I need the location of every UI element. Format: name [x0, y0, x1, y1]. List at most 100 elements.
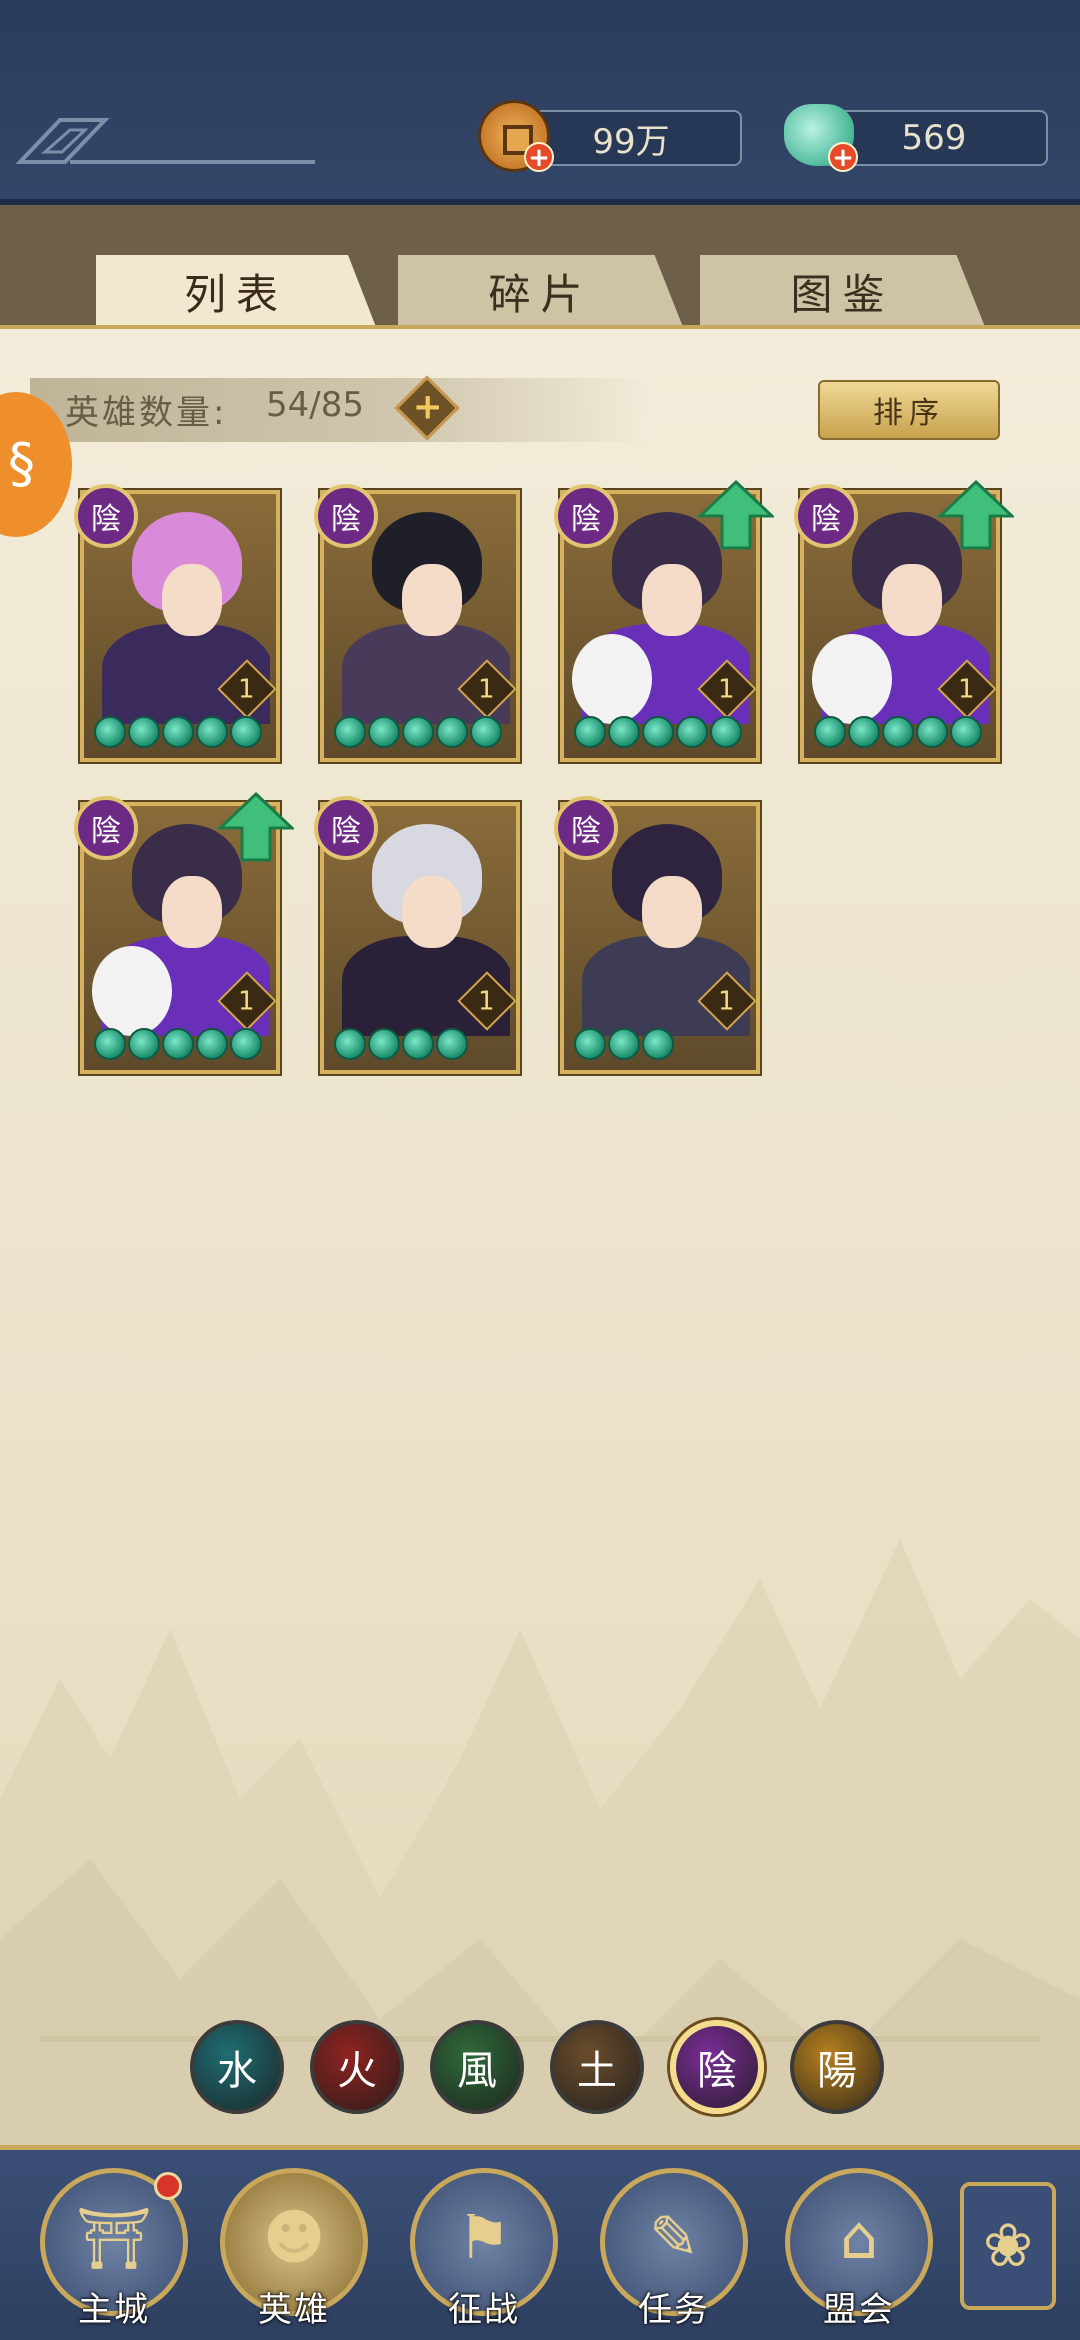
element-filter-button[interactable]: 陽: [790, 2020, 884, 2114]
hero-card[interactable]: 陰1: [74, 484, 280, 762]
jade-star-icon: [402, 1028, 434, 1060]
notification-dot: [154, 2172, 182, 2200]
level-value: 1: [478, 986, 495, 1017]
element-glyph: 風: [457, 2048, 497, 2094]
jade-star-icon: [608, 716, 640, 748]
hero-card[interactable]: 陰1: [794, 480, 1014, 762]
jade-star-icon: [196, 716, 228, 748]
jade-star-icon: [94, 716, 126, 748]
upgrade-arrow-icon: [218, 792, 294, 862]
jade-star-icon: [436, 716, 468, 748]
jade-star-icon: [162, 1028, 194, 1060]
hero-card[interactable]: 陰1: [314, 796, 520, 1074]
jade-star-icon: [334, 1028, 366, 1060]
jade-star-icon: [574, 716, 606, 748]
element-filter-button[interactable]: 風: [430, 2020, 524, 2114]
city-gate-icon: ⛩: [75, 2204, 153, 2274]
add-coins-button[interactable]: +: [524, 142, 554, 172]
nav-label: 主城: [78, 2290, 150, 2330]
tab-shards[interactable]: 碎片: [398, 255, 683, 327]
element-glyph: 水: [217, 2048, 257, 2094]
star-rating: [574, 1028, 674, 1064]
jade-star-icon: [710, 716, 742, 748]
jade-star-icon: [882, 716, 914, 748]
star-rating: [94, 716, 262, 752]
level-value: 1: [958, 674, 975, 705]
jade-star-icon: [814, 716, 846, 748]
element-filter-button[interactable]: 陰: [670, 2020, 764, 2114]
jade-star-icon: [334, 716, 366, 748]
add-jade-button[interactable]: +: [828, 142, 858, 172]
jade-star-icon: [642, 1028, 674, 1060]
element-badge: 陰: [794, 484, 858, 548]
jade-star-icon: [128, 1028, 160, 1060]
campaign-icon: ⚑: [457, 2203, 511, 2273]
guild-hall-icon: ⌂: [839, 2203, 879, 2273]
tab-list[interactable]: 列表: [96, 255, 376, 327]
tab-codex-label: 图鉴: [790, 269, 895, 319]
nav-label: 征战: [448, 2290, 520, 2330]
star-rating: [334, 1028, 468, 1064]
jade-star-icon: [574, 1028, 606, 1060]
top-bar: [0, 0, 1080, 205]
element-filter-button[interactable]: 土: [550, 2020, 644, 2114]
jade-star-icon: [128, 716, 160, 748]
tab-codex[interactable]: 图鉴: [700, 255, 985, 327]
star-rating: [814, 716, 982, 752]
jade-star-icon: [162, 716, 194, 748]
element-glyph: 火: [337, 2048, 377, 2094]
star-rating: [334, 716, 502, 752]
top-decoration-icon: [15, 118, 315, 164]
element-badge: 陰: [554, 796, 618, 860]
level-value: 1: [238, 986, 255, 1017]
coin-amount: 99万: [592, 121, 670, 162]
task-scroll-icon: ✎: [648, 2203, 700, 2273]
more-menu-button[interactable]: ❀: [960, 2182, 1056, 2310]
hero-count-value: 54/85: [266, 385, 364, 425]
sort-button-label: 排序: [873, 396, 945, 431]
element-glyph: 土: [577, 2048, 617, 2094]
hero-card[interactable]: 陰1: [74, 792, 294, 1074]
element-badge: 陰: [74, 484, 138, 548]
jade-star-icon: [848, 716, 880, 748]
element-badge: 陰: [314, 484, 378, 548]
jade-star-icon: [676, 716, 708, 748]
jade-star-icon: [470, 716, 502, 748]
sort-button[interactable]: 排序: [818, 380, 1000, 440]
level-value: 1: [478, 674, 495, 705]
hero-portrait-icon: ☻: [262, 2203, 326, 2273]
nav-label: 任务: [638, 2290, 710, 2330]
jade-star-icon: [402, 716, 434, 748]
jade-star-icon: [368, 1028, 400, 1060]
jade-star-icon: [230, 1028, 262, 1060]
star-rating: [94, 1028, 262, 1064]
upgrade-arrow-icon: [698, 480, 774, 550]
jade-star-icon: [642, 716, 674, 748]
nav-label: 盟会: [823, 2290, 895, 2330]
element-badge: 陰: [554, 484, 618, 548]
hero-card[interactable]: 陰1: [314, 484, 520, 762]
element-badge: 陰: [314, 796, 378, 860]
jade-star-icon: [950, 716, 982, 748]
jade-star-icon: [94, 1028, 126, 1060]
jade-star-icon: [368, 716, 400, 748]
jade-star-icon: [916, 716, 948, 748]
jade-amount: 569: [901, 118, 967, 158]
level-value: 1: [718, 986, 735, 1017]
clover-menu-icon: ❀: [982, 2211, 1034, 2281]
element-glyph: 陰: [697, 2048, 737, 2094]
jade-star-icon: [196, 1028, 228, 1060]
element-glyph: 陽: [817, 2048, 857, 2094]
hero-card[interactable]: 陰1: [554, 796, 760, 1074]
level-value: 1: [238, 674, 255, 705]
element-filter-bar: 水火風土陰陽: [190, 2020, 910, 2120]
hero-count-label: 英雄数量:: [65, 393, 228, 433]
element-filter-button[interactable]: 火: [310, 2020, 404, 2114]
jade-star-icon: [230, 716, 262, 748]
hero-card[interactable]: 陰1: [554, 480, 774, 762]
tab-shards-label: 碎片: [488, 269, 593, 319]
jade-star-icon: [608, 1028, 640, 1060]
element-filter-button[interactable]: 水: [190, 2020, 284, 2114]
element-badge: 陰: [74, 796, 138, 860]
tab-list-label: 列表: [183, 269, 288, 319]
